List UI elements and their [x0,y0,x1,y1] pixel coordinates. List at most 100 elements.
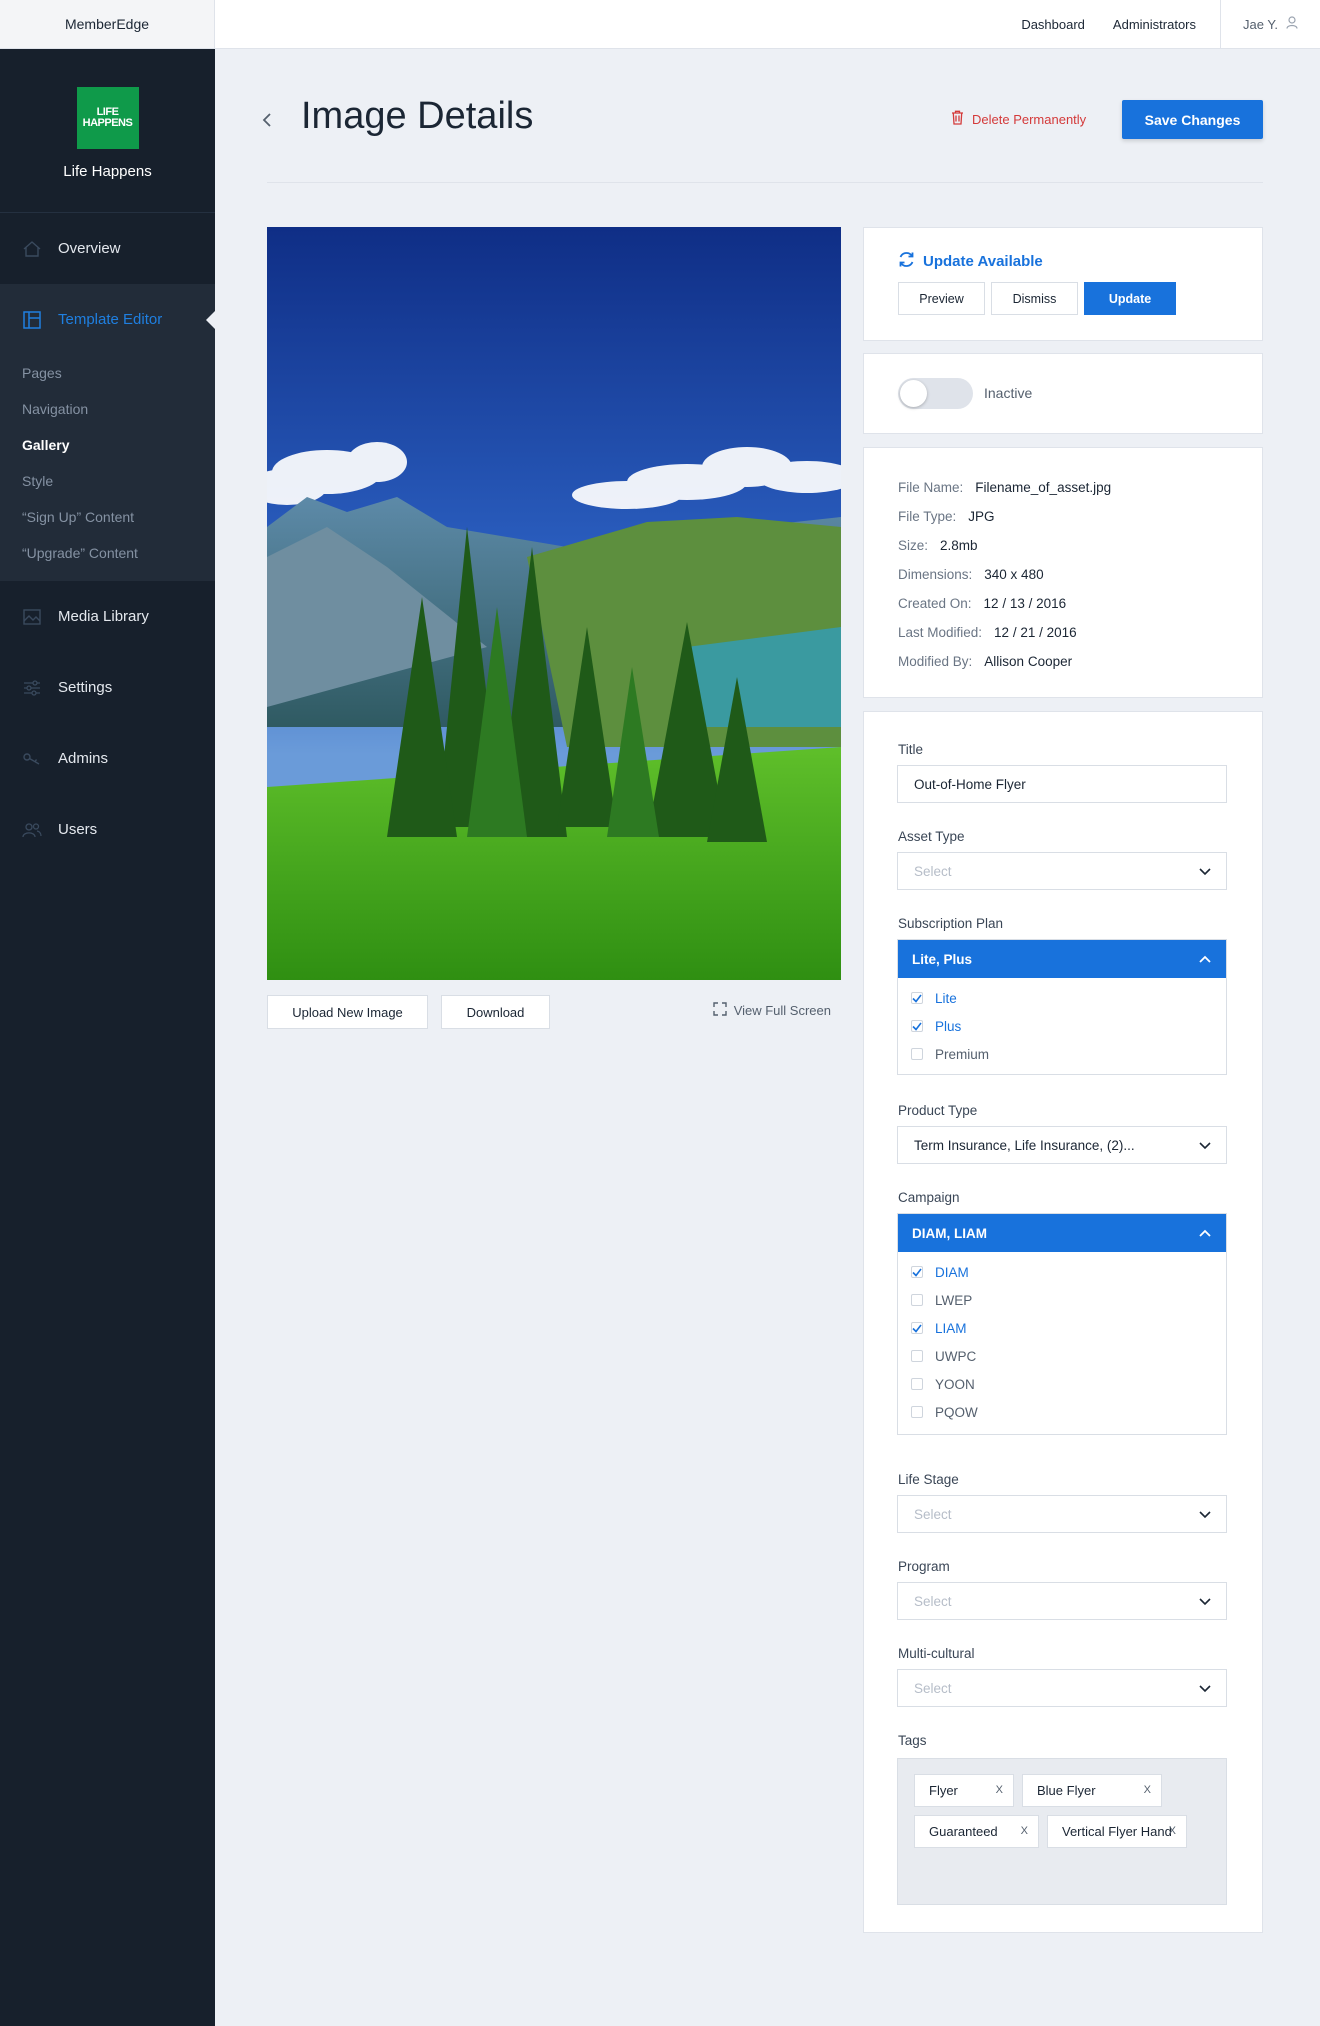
sidebar-item-label: Media Library [58,608,149,625]
image-actions: Upload New Image Download View Full Scre… [267,995,841,1029]
sidebar-item-admins[interactable]: Admins [0,723,215,794]
status-label: Inactive [984,385,1033,401]
campaign-label: Campaign [898,1190,960,1205]
checkbox-empty-icon [911,1406,923,1418]
preview-button[interactable]: Preview [898,282,985,315]
option-diam[interactable]: DIAM [898,1258,1226,1286]
option-plus[interactable]: Plus [898,1012,1226,1040]
program-select[interactable]: Select [897,1582,1227,1620]
campaign-multiselect: DIAM, LIAM DIAM LWEP LIAM UWPC YOON PQOW [897,1213,1227,1435]
org-name: Life Happens [63,163,152,180]
sidebar-sub-pages[interactable]: Pages [0,355,215,391]
sidebar-sub-sign-up-content[interactable]: “Sign Up” Content [0,499,215,535]
sidebar-item-label: Template Editor [58,311,163,328]
template-editor-section: Template Editor Pages Navigation Gallery… [0,284,216,581]
delete-button[interactable]: Delete Permanently [951,110,1086,128]
delete-label: Delete Permanently [972,111,1087,127]
tags-label: Tags [898,1733,927,1748]
multicultural-select[interactable]: Select [897,1669,1227,1707]
chevron-down-icon [1198,864,1212,881]
tag-chip: Vertical Flyer Hand X [1047,1815,1187,1848]
checkbox-empty-icon [911,1378,923,1390]
nav-dashboard[interactable]: Dashboard [1021,17,1085,32]
asset-type-label: Asset Type [898,829,965,844]
chevron-up-icon [1198,952,1212,969]
brand-name[interactable]: MemberEdge [0,0,215,48]
meta-file-type: File Type: JPG [898,509,995,524]
option-uwpc[interactable]: UWPC [898,1342,1226,1370]
image-preview [267,227,841,980]
user-menu[interactable]: Jae Y. [1220,0,1320,48]
save-button[interactable]: Save Changes [1122,100,1263,139]
update-title: Update Available [898,251,1043,272]
close-icon[interactable]: X [1169,1825,1176,1837]
option-yoon[interactable]: YOON [898,1370,1226,1398]
campaign-head[interactable]: DIAM, LIAM [898,1214,1226,1252]
option-liam[interactable]: LIAM [898,1314,1226,1342]
campaign-options: DIAM LWEP LIAM UWPC YOON PQOW [898,1252,1226,1434]
meta-last-modified: Last Modified: 12 / 21 / 2016 [898,625,1077,640]
checkbox-empty-icon [911,1294,923,1306]
close-icon[interactable]: X [1144,1784,1151,1796]
sidebar-sub-navigation[interactable]: Navigation [0,391,215,427]
chevron-up-icon [1198,1226,1212,1243]
title-input[interactable]: Out-of-Home Flyer [897,765,1227,803]
sidebar-item-label: Overview [58,240,121,257]
sidebar-item-overview[interactable]: Overview [0,213,215,284]
org-logo: LIFE HAPPENS [76,87,139,149]
subscription-plan-head[interactable]: Lite, Plus [898,940,1226,978]
layout-icon [22,310,42,330]
life-stage-select[interactable]: Select [897,1495,1227,1533]
nav-administrators[interactable]: Administrators [1113,17,1196,32]
checkbox-empty-icon [911,1350,923,1362]
sidebar-item-media-library[interactable]: Media Library [0,581,215,652]
sidebar-sub-gallery[interactable]: Gallery [0,427,215,463]
home-icon [22,239,42,259]
subscription-plan-value: Lite, Plus [912,951,973,967]
upload-image-button[interactable]: Upload New Image [267,995,428,1029]
meta-dimensions: Dimensions: 340 x 480 [898,567,1044,582]
tag-chip: Flyer X [914,1774,1014,1807]
download-button[interactable]: Download [441,995,550,1029]
asset-type-value: Select [914,863,952,879]
fullscreen-button[interactable]: View Full Screen [712,1002,831,1019]
file-meta-list: File Name: Filename_of_asset.jpg File Typ… [898,473,1111,676]
active-toggle[interactable] [898,378,973,409]
chevron-down-icon [1198,1594,1212,1611]
tags-input[interactable]: Flyer X Blue Flyer X Guaranteed X Vertic… [897,1758,1227,1905]
subscription-options: Lite Plus Premium [898,978,1226,1074]
multicultural-value: Select [914,1680,952,1696]
option-lite[interactable]: Lite [898,984,1226,1012]
asset-type-select[interactable]: Select [897,852,1227,890]
org-logo-line-2: HAPPENS [82,117,133,129]
title-label: Title [898,742,924,757]
update-button[interactable]: Update [1084,282,1176,315]
status-card: Inactive [863,353,1263,434]
fullscreen-label: View Full Screen [733,1003,831,1018]
back-chevron-icon[interactable] [262,108,272,134]
file-info-card: File Name: Filename_of_asset.jpg File Typ… [863,447,1263,698]
close-icon[interactable]: X [996,1784,1003,1796]
refresh-icon [898,251,915,272]
chevron-down-icon [1198,1681,1212,1698]
check-icon [911,992,923,1004]
product-type-select[interactable]: Term Insurance, Life Insurance, (2)... [897,1126,1227,1164]
chevron-down-icon [1198,1507,1212,1524]
dismiss-button[interactable]: Dismiss [991,282,1078,315]
option-premium[interactable]: Premium [898,1040,1226,1068]
key-icon [22,749,42,769]
option-lwep[interactable]: LWEP [898,1286,1226,1314]
update-actions: Preview Dismiss Update [898,282,1176,315]
meta-created-on: Created On: 12 / 13 / 2016 [898,596,1067,611]
sidebar-item-users[interactable]: Users [0,794,215,865]
check-icon [911,1020,923,1032]
users-icon [22,820,42,840]
sidebar-item-template-editor[interactable]: Template Editor [0,284,216,355]
sidebar-item-settings[interactable]: Settings [0,652,215,723]
sidebar-sub-style[interactable]: Style [0,463,215,499]
close-icon[interactable]: X [1021,1825,1028,1837]
subscription-plan-multiselect: Lite, Plus Lite Plus Premium [897,939,1227,1075]
life-stage-value: Select [914,1506,952,1522]
option-pqow[interactable]: PQOW [898,1398,1226,1426]
sidebar-sub-upgrade-content[interactable]: “Upgrade” Content [0,535,215,571]
